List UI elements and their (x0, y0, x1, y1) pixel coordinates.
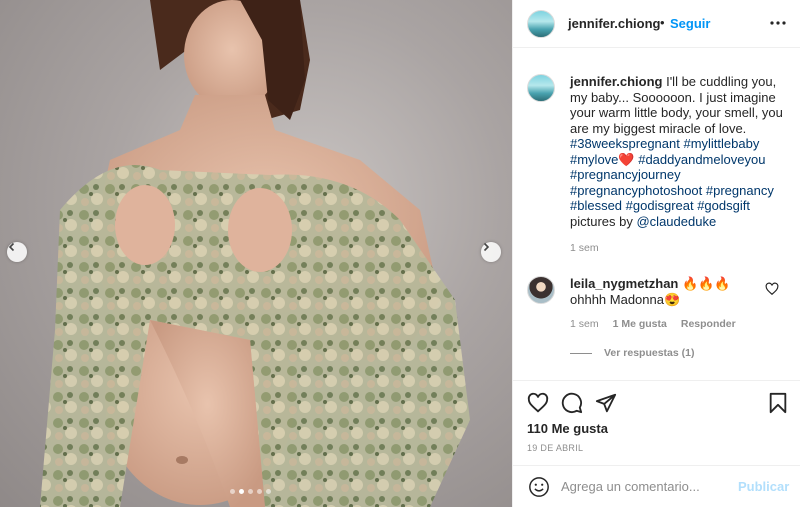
comment-likes[interactable]: 1 Me gusta (613, 318, 667, 330)
post-photo[interactable] (0, 0, 512, 507)
more-options-icon (770, 21, 786, 25)
comment-button[interactable] (560, 391, 584, 415)
caption-avatar[interactable] (527, 74, 555, 102)
publish-button[interactable]: Publicar (738, 479, 789, 494)
comment-input[interactable] (561, 475, 731, 497)
likes-count[interactable]: 110 Me gusta (527, 421, 608, 436)
previous-image-button[interactable] (7, 242, 27, 262)
post-header: jennifer.chiong • Seguir (513, 0, 800, 48)
carousel-dot (257, 489, 262, 494)
bookmark-icon (769, 392, 787, 414)
header-separator: • (660, 15, 665, 30)
comment-meta: 1 sem 1 Me gusta Responder (570, 318, 736, 330)
heart-icon (527, 392, 549, 413)
add-comment-bar: Publicar (513, 465, 800, 507)
comment-timestamp[interactable]: 1 sem (570, 318, 599, 330)
save-button[interactable] (766, 391, 790, 415)
like-comment-icon[interactable] (765, 282, 779, 296)
owner-avatar[interactable] (527, 10, 555, 38)
carousel-dot (248, 489, 253, 494)
chevron-right-icon (483, 242, 490, 252)
follow-button[interactable]: Seguir (670, 16, 710, 31)
owner-username[interactable]: jennifer.chiong (568, 16, 660, 31)
share-button[interactable] (594, 391, 618, 415)
comment-flames: 🔥🔥🔥 (678, 276, 731, 291)
more-options-button[interactable] (767, 12, 789, 34)
commenter-username[interactable]: leila_nygmetzhan (570, 276, 678, 291)
caption-credit: pictures by (570, 213, 637, 229)
caption-username[interactable]: jennifer.chiong (570, 74, 662, 89)
chevron-left-icon (8, 242, 15, 252)
comment-text: leila_nygmetzhan 🔥🔥🔥 ohhhh Madonna😍 (570, 276, 760, 307)
heart-emoji: ❤️ (618, 151, 635, 167)
comment-body: ohhhh Madonna😍 (570, 291, 681, 307)
caption-text: jennifer.chiong I'll be cuddling you, my… (570, 74, 790, 229)
replies-divider (570, 352, 592, 354)
like-button[interactable] (526, 391, 550, 415)
comment-icon (561, 392, 583, 414)
view-replies-label: Ver respuestas (1) (604, 347, 695, 359)
view-replies-button[interactable]: Ver respuestas (1) (570, 347, 694, 359)
carousel-indicator (230, 489, 271, 494)
carousel-dot (266, 489, 271, 494)
emoji-icon (529, 477, 549, 497)
post-image (40, 0, 470, 507)
send-icon (595, 393, 617, 413)
caption-mention[interactable]: @claudeduke (636, 214, 716, 229)
next-image-button[interactable] (481, 242, 501, 262)
caption-timestamp[interactable]: 1 sem (570, 242, 599, 254)
carousel-dot-active (239, 489, 244, 494)
carousel-dot (230, 489, 235, 494)
post-date[interactable]: 19 DE ABRIL (527, 443, 583, 453)
emoji-button[interactable] (527, 475, 551, 499)
reply-button[interactable]: Responder (681, 318, 736, 330)
post-side-panel: jennifer.chiong • Seguir jennifer.chiong… (512, 0, 800, 507)
commenter-avatar[interactable] (527, 276, 555, 304)
